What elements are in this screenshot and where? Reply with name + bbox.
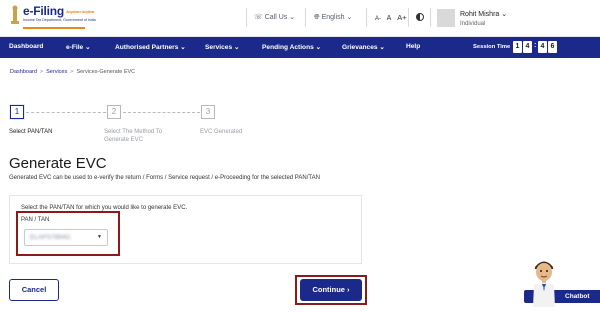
breadcrumb-dashboard[interactable]: Dashboard — [10, 69, 37, 75]
chevron-down-icon: ⌄ — [85, 44, 91, 51]
emblem-icon — [11, 5, 19, 24]
session-digit: 4 — [523, 41, 532, 53]
chevron-down-icon: ⌄ — [346, 14, 353, 21]
step-3-label: EVC Generated — [200, 129, 243, 135]
session-digit: 6 — [548, 41, 557, 53]
nav-e-file[interactable]: e-File ⌄ — [66, 43, 91, 51]
font-reset-button[interactable]: A — [387, 15, 392, 22]
nav-pending-actions[interactable]: Pending Actions ⌄ — [262, 43, 321, 51]
nav-authorised-partners[interactable]: Authorised Partners ⌄ — [115, 43, 186, 51]
top-header: e-Filing Anywhere Anytime Income Tax Depa… — [0, 0, 600, 37]
session-time-label: Session Time — [473, 44, 511, 50]
nav-services[interactable]: Services ⌄ — [205, 43, 240, 51]
step-3-indicator: 3 — [201, 105, 215, 119]
breadcrumb-separator: > — [39, 69, 44, 75]
step-connector — [26, 112, 106, 113]
nav-dashboard[interactable]: Dashboard — [9, 43, 43, 50]
logo-subtitle: Income Tax Department, Government of Ind… — [23, 18, 96, 22]
globe-icon: 🌐︎ — [314, 14, 320, 21]
font-size-controls: A- A A+ — [375, 13, 411, 22]
nav-grievances[interactable]: Grievances ⌄ — [342, 43, 385, 51]
chevron-down-icon: ⌄ — [501, 11, 508, 18]
page-description: Generated EVC can be used to e-verify th… — [9, 175, 320, 181]
breadcrumb-services[interactable]: Services — [46, 69, 67, 75]
user-menu[interactable]: Rohit Mishra ⌄ — [460, 10, 507, 18]
step-1-label: Select PAN/TAN — [9, 129, 53, 135]
header-divider — [408, 8, 409, 27]
breadcrumb: Dashboard > Services > Services-Generate EVC — [10, 69, 135, 75]
highlight-box — [295, 275, 367, 305]
chatbot-mascot-icon — [533, 261, 555, 307]
breadcrumb-separator: > — [70, 69, 74, 75]
logo-underline — [23, 27, 85, 29]
logo-title: e-Filing Anywhere Anytime — [23, 4, 95, 18]
header-divider — [305, 8, 306, 27]
main-nav: Dashboard e-File ⌄ Authorised Partners ⌄… — [0, 37, 600, 58]
phone-icon: ☏ — [254, 14, 263, 21]
avatar[interactable] — [437, 9, 455, 27]
step-2-indicator: 2 — [107, 105, 121, 119]
font-decrease-button[interactable]: A- — [375, 16, 381, 22]
session-colon: : — [534, 42, 537, 49]
efiling-logo[interactable]: e-Filing Anywhere Anytime Income Tax Depa… — [10, 4, 96, 32]
header-divider — [430, 8, 431, 27]
font-increase-button[interactable]: A+ — [397, 13, 406, 22]
highlight-box — [16, 211, 120, 256]
nav-help[interactable]: Help — [406, 43, 420, 50]
chevron-down-icon: ⌄ — [180, 44, 186, 51]
step-connector — [123, 112, 200, 113]
session-digit: 4 — [538, 41, 547, 53]
header-divider — [246, 8, 247, 27]
page: e-Filing Anywhere Anytime Income Tax Depa… — [0, 0, 600, 312]
breadcrumb-current: Services-Generate EVC — [76, 69, 136, 75]
chatbot-label: Chatbot — [565, 293, 590, 300]
header-divider — [366, 8, 367, 27]
chevron-down-icon: ⌄ — [233, 44, 240, 51]
step-1-indicator: 1 — [10, 105, 24, 119]
step-2-label: Select The Method To Generate EVC — [104, 129, 163, 143]
page-title: Generate EVC — [9, 155, 107, 172]
chevron-down-icon: ⌄ — [379, 44, 385, 51]
contrast-icon[interactable] — [416, 13, 424, 21]
call-us-menu[interactable]: ☏ Call Us ⌄ — [254, 13, 295, 21]
chevron-down-icon: ⌄ — [289, 14, 296, 21]
cancel-button[interactable]: Cancel — [9, 279, 59, 301]
chatbot-widget[interactable]: Chatbot — [524, 255, 600, 312]
logo-tagline: Anywhere Anytime — [66, 9, 95, 14]
chevron-down-icon: ⌄ — [315, 44, 322, 51]
session-digit: 1 — [513, 41, 522, 53]
user-role: Individual — [460, 21, 486, 27]
language-select[interactable]: 🌐︎ English ⌄ — [314, 13, 352, 22]
